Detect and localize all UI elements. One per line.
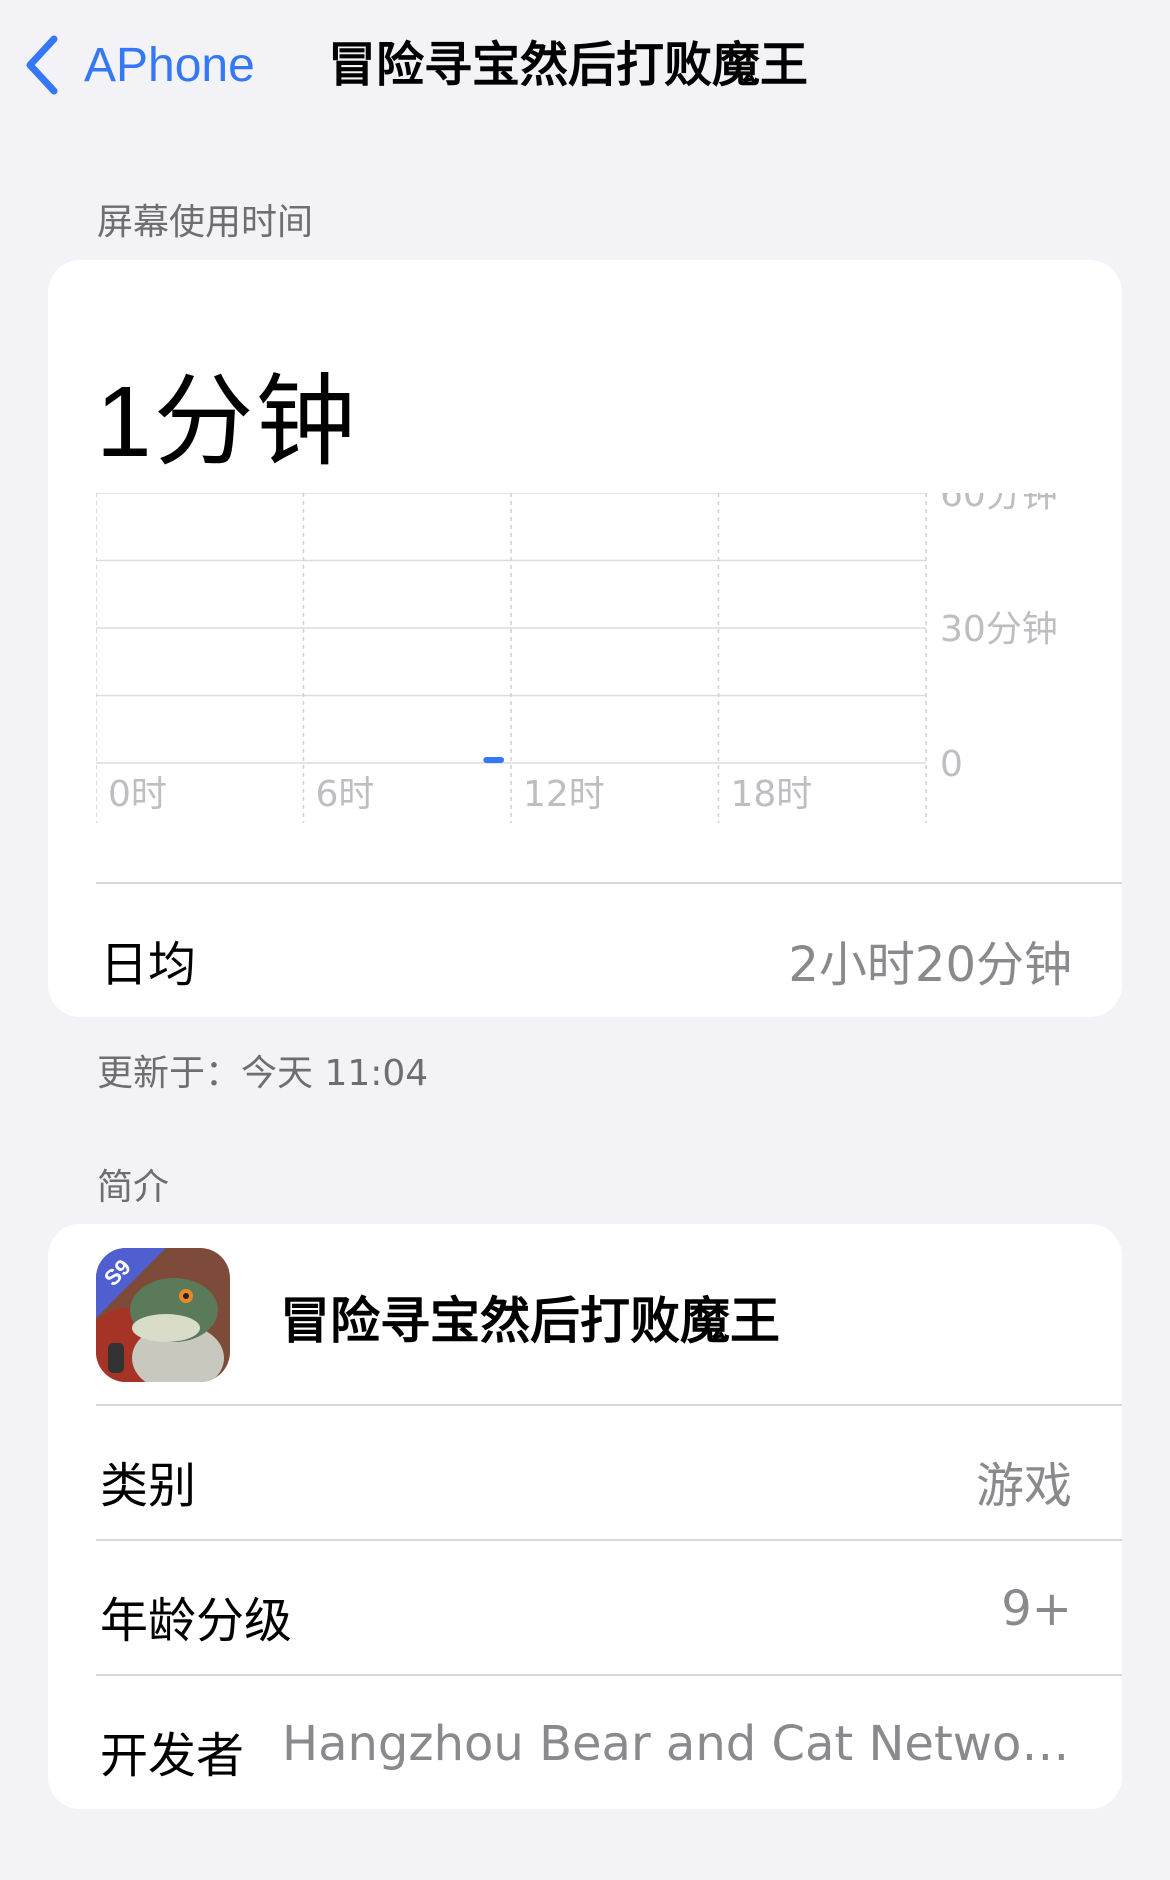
- navigation-bar: APhone 冒险寻宝然后打败魔王: [0, 0, 1170, 130]
- updated-time: 更新于：今天 11:04: [97, 1053, 429, 1094]
- age-rating-label: 年龄分级: [100, 1593, 293, 1649]
- developer-label: 开发者: [100, 1728, 245, 1784]
- age-rating-value: 9+: [1001, 1581, 1072, 1637]
- x-tick-label: 12时: [523, 774, 605, 815]
- usage-chart[interactable]: 0时 6时 12时 18时 60分钟 30分钟 0: [96, 493, 1122, 839]
- developer-value: Hangzhou Bear and Cat Network...: [282, 1716, 1072, 1772]
- divider: [96, 882, 1122, 884]
- daily-average-label: 日均: [100, 937, 197, 993]
- x-tick-label: 6时: [316, 774, 375, 815]
- divider: [96, 1539, 1122, 1541]
- y-tick-label: 0: [940, 744, 963, 785]
- y-tick-label: 60分钟: [940, 493, 1058, 515]
- y-tick-label: 30分钟: [940, 609, 1058, 650]
- about-card: S9 冒险寻宝然后打败魔王 类别 游戏 年龄分级 9+ 开发者 Hangzhou…: [48, 1224, 1122, 1809]
- divider: [96, 1674, 1122, 1676]
- screen-time-header: 屏幕使用时间: [97, 202, 314, 243]
- screen-time-card: 1分钟 0时 6时 12时 18时 60分钟 30分钟 0 日均 2小时20分钟: [48, 260, 1122, 1017]
- category-value: 游戏: [975, 1458, 1072, 1514]
- page-title: 冒险寻宝然后打败魔王: [328, 37, 809, 93]
- divider: [96, 1404, 1122, 1406]
- about-header: 简介: [97, 1167, 170, 1208]
- category-label: 类别: [100, 1458, 197, 1514]
- back-button[interactable]: APhone: [22, 30, 255, 100]
- total-usage: 1分钟: [96, 366, 358, 478]
- back-label: APhone: [84, 38, 255, 92]
- app-name: 冒险寻宝然后打败魔王: [280, 1292, 780, 1350]
- usage-bar: [483, 757, 505, 763]
- daily-average-value: 2小时20分钟: [788, 937, 1072, 993]
- usage-chart-svg: 0时 6时 12时 18时 60分钟 30分钟 0: [96, 493, 1058, 823]
- x-tick-label: 0时: [108, 774, 167, 815]
- x-tick-label: 18时: [731, 774, 813, 815]
- app-icon: S9: [96, 1248, 230, 1382]
- chevron-left-icon: [26, 35, 58, 95]
